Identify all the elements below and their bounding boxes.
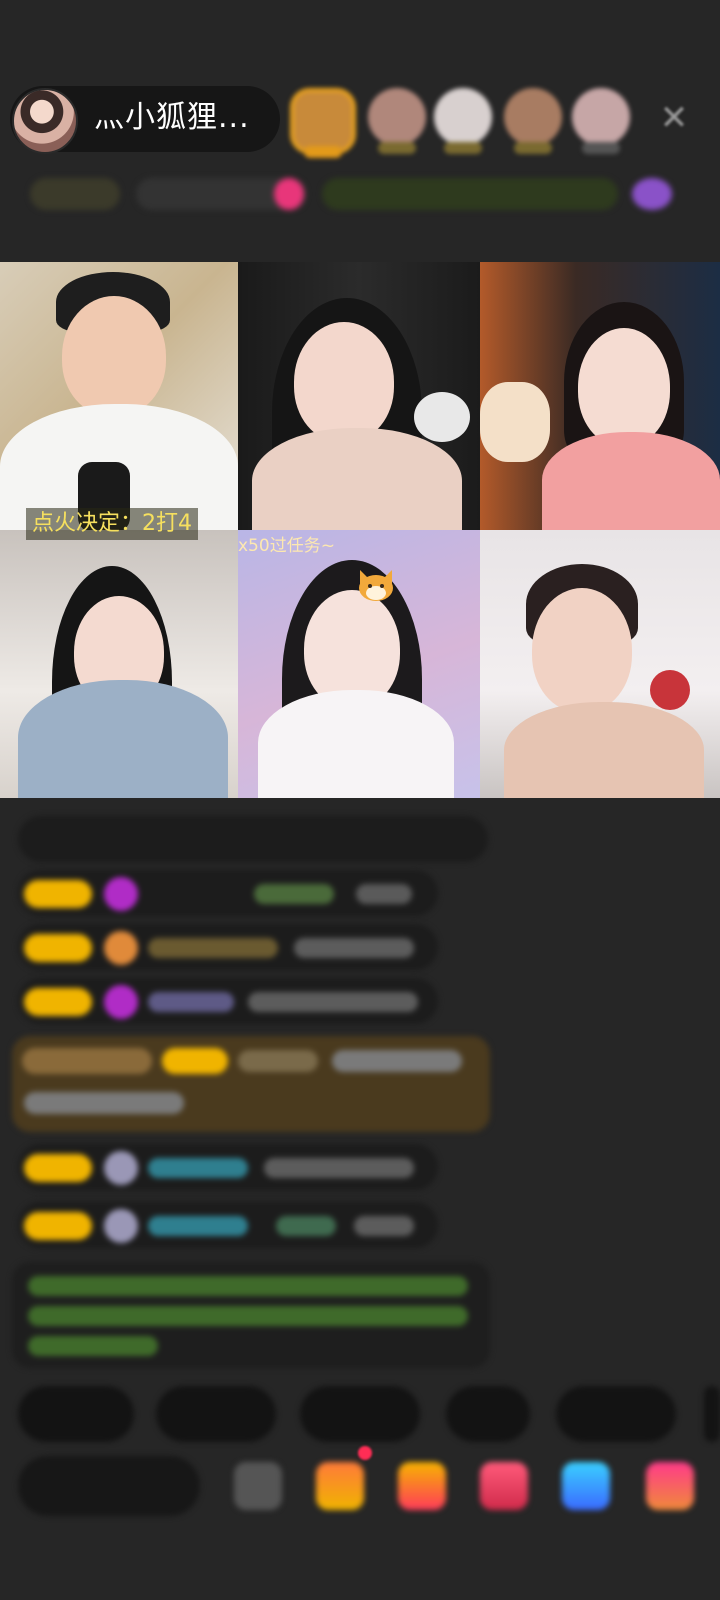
gift-box-icon[interactable] <box>316 1462 364 1510</box>
info-tag[interactable] <box>30 178 120 210</box>
quick-action-chip[interactable] <box>156 1386 276 1442</box>
top-viewer-avatar[interactable] <box>504 88 562 154</box>
level-badge <box>24 934 92 962</box>
top-viewer-avatar[interactable] <box>434 88 492 154</box>
top-viewer-avatar[interactable] <box>368 88 426 154</box>
game-rule-caption: 点火决定：2打4 <box>26 508 198 540</box>
highlighted-chat-message[interactable] <box>12 1036 490 1132</box>
user-avatar <box>104 1151 138 1185</box>
guest-video-cell[interactable] <box>480 530 720 798</box>
fan-badge-icon <box>104 931 138 965</box>
chat-system-message <box>18 816 488 862</box>
level-badge <box>24 988 92 1016</box>
guest-video-cell[interactable] <box>480 262 720 530</box>
close-icon[interactable]: ✕ <box>656 100 692 136</box>
top-viewer-avatar[interactable] <box>290 88 356 158</box>
quick-action-chip[interactable] <box>446 1386 530 1442</box>
level-badge <box>24 880 92 908</box>
fox-sticker-icon <box>359 570 393 601</box>
info-tag[interactable] <box>274 178 304 210</box>
more-icon[interactable] <box>646 1462 694 1510</box>
quick-action-chip[interactable] <box>300 1386 420 1442</box>
gift-icon[interactable] <box>398 1462 446 1510</box>
level-badge <box>24 1154 92 1182</box>
notification-dot <box>358 1446 372 1460</box>
host-avatar[interactable] <box>12 88 78 154</box>
user-avatar <box>104 1209 138 1243</box>
diamond-icon <box>104 877 138 911</box>
chat-input[interactable] <box>18 1456 200 1516</box>
quick-action-chip[interactable] <box>18 1386 134 1442</box>
quick-action-chip[interactable] <box>704 1386 720 1442</box>
task-caption: x50过任务~ <box>238 536 335 556</box>
chat-message[interactable] <box>18 870 438 916</box>
host-name: 灬小狐狸... <box>94 100 250 135</box>
guest-video-cell[interactable] <box>0 530 238 798</box>
host-info-pill[interactable]: 灬小狐狸... <box>10 86 280 154</box>
chat-message[interactable] <box>18 924 438 970</box>
diamond-icon <box>104 985 138 1019</box>
level-badge <box>24 1212 92 1240</box>
chat-message[interactable] <box>18 978 438 1024</box>
multi-guest-video-grid: 点火决定：2打4 x50过任务~ <box>0 262 720 802</box>
emoji-icon[interactable] <box>234 1462 282 1510</box>
top-viewer-avatar[interactable] <box>572 88 630 154</box>
system-notice-message <box>12 1262 490 1368</box>
info-tag[interactable] <box>632 178 672 210</box>
info-tag[interactable] <box>322 178 618 210</box>
chat-message[interactable] <box>18 1144 438 1190</box>
guest-video-cell[interactable] <box>0 262 238 530</box>
chat-message[interactable] <box>18 1202 438 1248</box>
game-icon[interactable] <box>562 1462 610 1510</box>
quick-action-chip[interactable] <box>556 1386 676 1442</box>
room-info-row <box>0 170 720 220</box>
fan-club-icon[interactable] <box>480 1462 528 1510</box>
guest-video-cell[interactable] <box>238 262 480 530</box>
